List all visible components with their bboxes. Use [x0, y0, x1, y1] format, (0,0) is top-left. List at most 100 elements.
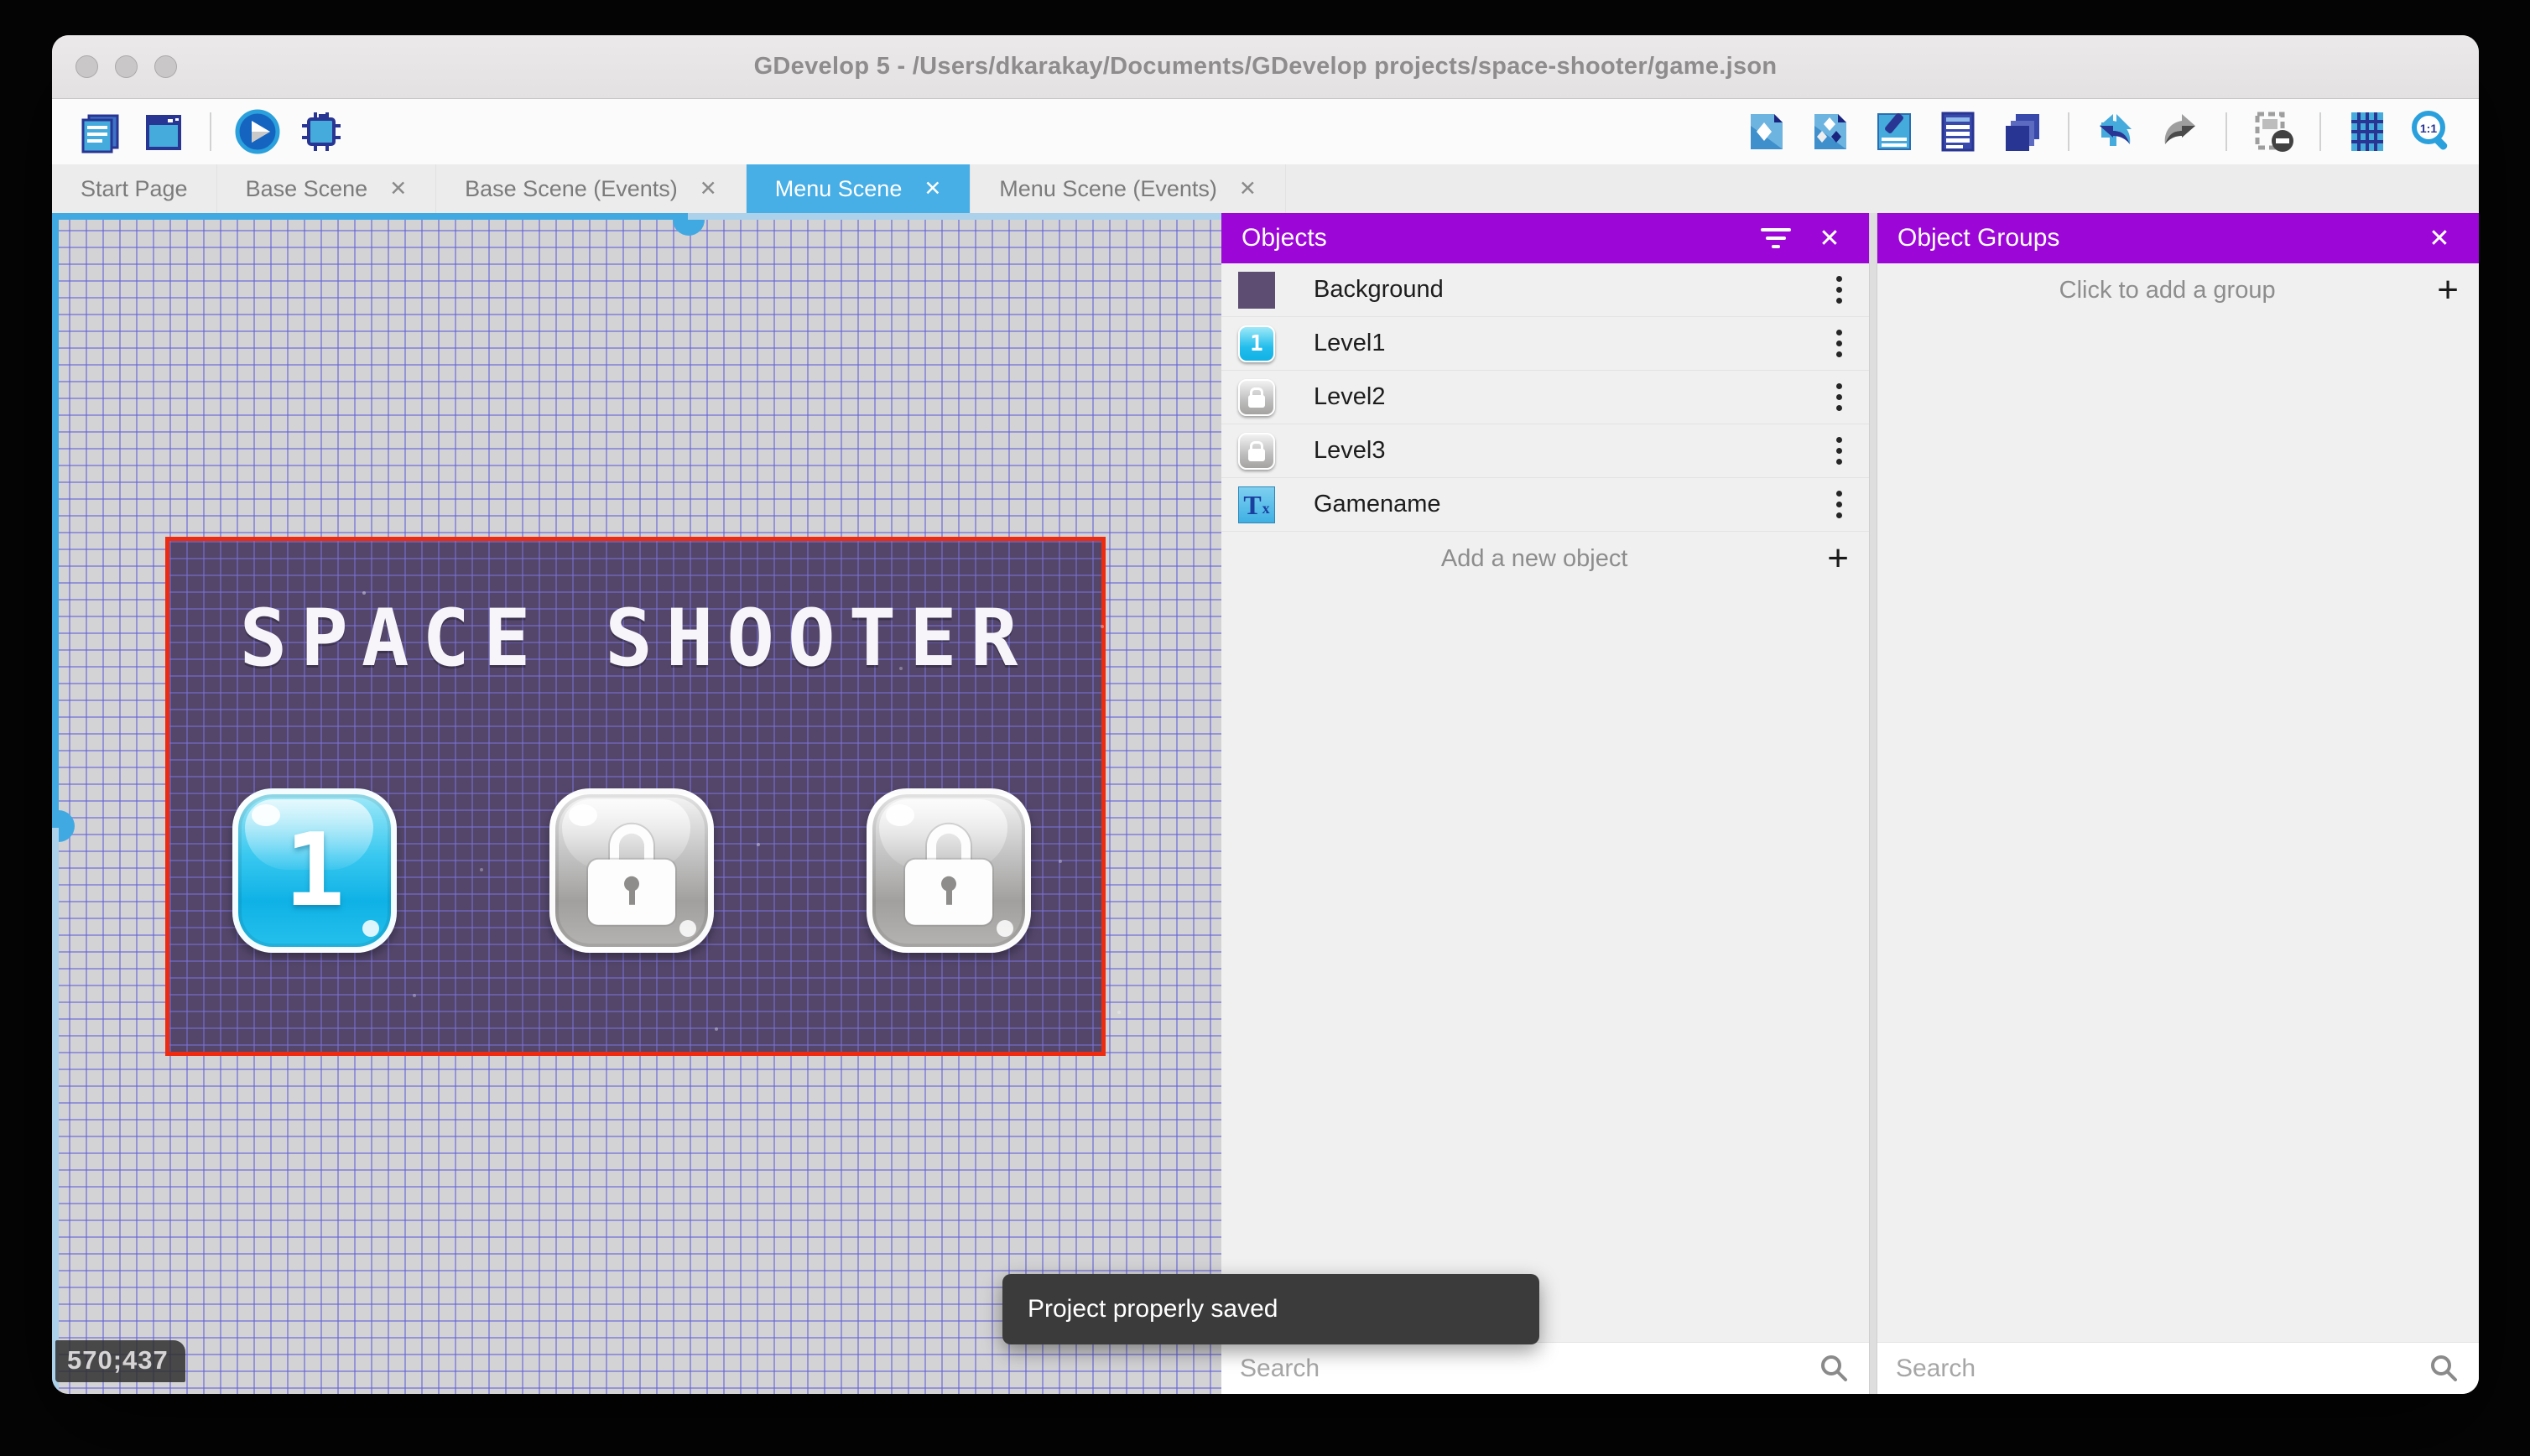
add-group-button[interactable]: Click to add a group +	[1877, 263, 2479, 317]
redo-button[interactable]	[2153, 106, 2205, 158]
object-groups-panel-icon	[1814, 114, 1846, 149]
properties-panel-button[interactable]	[1868, 106, 1920, 158]
traffic-lights	[75, 35, 177, 98]
objects-panel-header: Objects ✕	[1221, 213, 1869, 263]
level1-thumbnail: 1	[1238, 325, 1275, 362]
level1-button-sprite[interactable]: 1	[232, 788, 397, 953]
tab-bar: Start Page Base Scene ✕ Base Scene (Even…	[52, 164, 2479, 213]
undo-button[interactable]	[2090, 106, 2142, 158]
window-title: GDevelop 5 - /Users/dkarakay/Documents/G…	[753, 53, 1778, 80]
object-row-background[interactable]: Background	[1221, 263, 1869, 317]
background-thumbnail	[1238, 271, 1275, 309]
lock-icon	[588, 824, 675, 925]
undo-icon	[2100, 114, 2132, 146]
object-menu-icon[interactable]	[1822, 276, 1856, 304]
object-groups-search-input[interactable]	[1896, 1354, 2427, 1383]
object-groups-panel-button[interactable]	[1804, 106, 1856, 158]
close-icon[interactable]: ✕	[924, 176, 941, 201]
toolbar-separator	[2225, 112, 2227, 151]
objects-panel-icon	[1751, 114, 1783, 149]
redo-icon	[2164, 114, 2195, 144]
horizontal-scrollbar[interactable]	[52, 213, 1221, 236]
objects-panel-title: Objects	[1242, 224, 1327, 252]
play-button[interactable]	[232, 106, 284, 158]
project-manager-icon	[81, 114, 119, 153]
object-groups-panel: Object Groups ✕ Click to add a group +	[1877, 213, 2479, 1394]
objects-panel: Objects ✕ Background 1 Level1 Level2 Lev…	[1221, 213, 1869, 1394]
scene-title-text: SPACE SHOOTER	[239, 593, 1032, 684]
close-icon[interactable]: ✕	[2420, 219, 2459, 257]
vertical-scrollbar[interactable]	[52, 213, 75, 1394]
toolbar: 1:1	[52, 99, 2479, 164]
close-icon[interactable]: ✕	[1239, 176, 1257, 201]
object-menu-icon[interactable]	[1822, 437, 1856, 465]
objects-panel-button[interactable]	[1741, 106, 1793, 158]
properties-panel-icon	[1877, 113, 1911, 150]
toolbar-separator	[2068, 112, 2069, 151]
vertical-scrollbar-handle[interactable]	[59, 810, 75, 842]
lock-icon	[1248, 441, 1265, 461]
level-buttons-row: 1	[169, 788, 1101, 953]
horizontal-scrollbar-handle[interactable]	[673, 220, 705, 236]
tab-label: Base Scene (Events)	[465, 175, 678, 201]
close-icon[interactable]: ✕	[1810, 219, 1849, 257]
object-row-level1[interactable]: 1 Level1	[1221, 317, 1869, 371]
zoom-original-icon: 1:1	[2412, 111, 2448, 150]
toolbar-left-group	[74, 106, 347, 158]
objects-list: Background 1 Level1 Level2 Level3 T x Ga…	[1221, 263, 1869, 1342]
objects-search-input[interactable]	[1240, 1354, 1817, 1383]
filter-icon[interactable]	[1757, 219, 1795, 257]
close-window-button[interactable]	[75, 55, 98, 78]
toggle-mask-icon	[2255, 112, 2293, 152]
object-menu-icon[interactable]	[1822, 383, 1856, 411]
object-row-level2[interactable]: Level2	[1221, 371, 1869, 424]
level3-locked-sprite[interactable]	[867, 788, 1031, 953]
title-bar: GDevelop 5 - /Users/dkarakay/Documents/G…	[52, 35, 2479, 99]
layers-button[interactable]	[1996, 106, 2048, 158]
object-groups-panel-title: Object Groups	[1898, 224, 2060, 252]
tab-label: Menu Scene (Events)	[999, 175, 1217, 201]
minimize-window-button[interactable]	[115, 55, 138, 78]
zoom-original-button[interactable]: 1:1	[2405, 106, 2457, 158]
maximize-window-button[interactable]	[154, 55, 177, 78]
tab-label: Base Scene	[245, 175, 368, 201]
object-menu-icon[interactable]	[1822, 491, 1856, 518]
toggle-grid-icon	[2351, 112, 2383, 151]
object-groups-search-bar	[1877, 1342, 2479, 1394]
gdevelop-window: GDevelop 5 - /Users/dkarakay/Documents/G…	[52, 35, 2479, 1394]
instances-list-button[interactable]	[1932, 106, 1984, 158]
object-row-gamename[interactable]: Tx Gamename	[1221, 478, 1869, 532]
object-row-level3[interactable]: Level3	[1221, 424, 1869, 478]
svg-text:1:1: 1:1	[2420, 122, 2437, 135]
tab-base-scene[interactable]: Base Scene ✕	[217, 164, 437, 213]
scene-editor-canvas[interactable]: SPACE SHOOTER 1 570;437	[52, 213, 1221, 1394]
gamename-thumbnail: Tx	[1238, 486, 1275, 523]
object-groups-panel-header: Object Groups ✕	[1877, 213, 2479, 263]
project-manager-button[interactable]	[74, 106, 126, 158]
save-toast: Project properly saved	[1002, 1274, 1539, 1344]
toolbar-separator	[2319, 112, 2321, 151]
background-instance-selected[interactable]: SPACE SHOOTER 1	[165, 537, 1106, 1056]
close-icon[interactable]: ✕	[700, 176, 717, 201]
toggle-grid-button[interactable]	[2341, 106, 2393, 158]
add-object-button[interactable]: Add a new object +	[1221, 532, 1869, 585]
scene-window-button[interactable]	[138, 106, 190, 158]
level3-thumbnail	[1238, 432, 1275, 470]
toggle-mask-button[interactable]	[2247, 106, 2299, 158]
level2-locked-sprite[interactable]	[549, 788, 714, 953]
level2-thumbnail	[1238, 378, 1275, 416]
plus-icon: +	[2437, 269, 2459, 310]
scene-window-icon	[146, 115, 181, 150]
tab-label: Start Page	[81, 175, 188, 201]
debug-button[interactable]	[295, 106, 347, 158]
object-menu-icon[interactable]	[1822, 330, 1856, 357]
tab-base-scene-events[interactable]: Base Scene (Events) ✕	[436, 164, 747, 213]
close-icon[interactable]: ✕	[389, 176, 407, 201]
tab-menu-scene-events[interactable]: Menu Scene (Events) ✕	[971, 164, 1286, 213]
tab-menu-scene[interactable]: Menu Scene ✕	[746, 164, 971, 213]
toolbar-right-group: 1:1	[1741, 106, 2457, 158]
tab-start-page[interactable]: Start Page	[52, 164, 217, 213]
play-icon	[235, 109, 280, 154]
panel-divider[interactable]	[1869, 213, 1877, 1394]
main-area: SPACE SHOOTER 1 570;437 Objects ✕ Backgr…	[52, 213, 2479, 1394]
